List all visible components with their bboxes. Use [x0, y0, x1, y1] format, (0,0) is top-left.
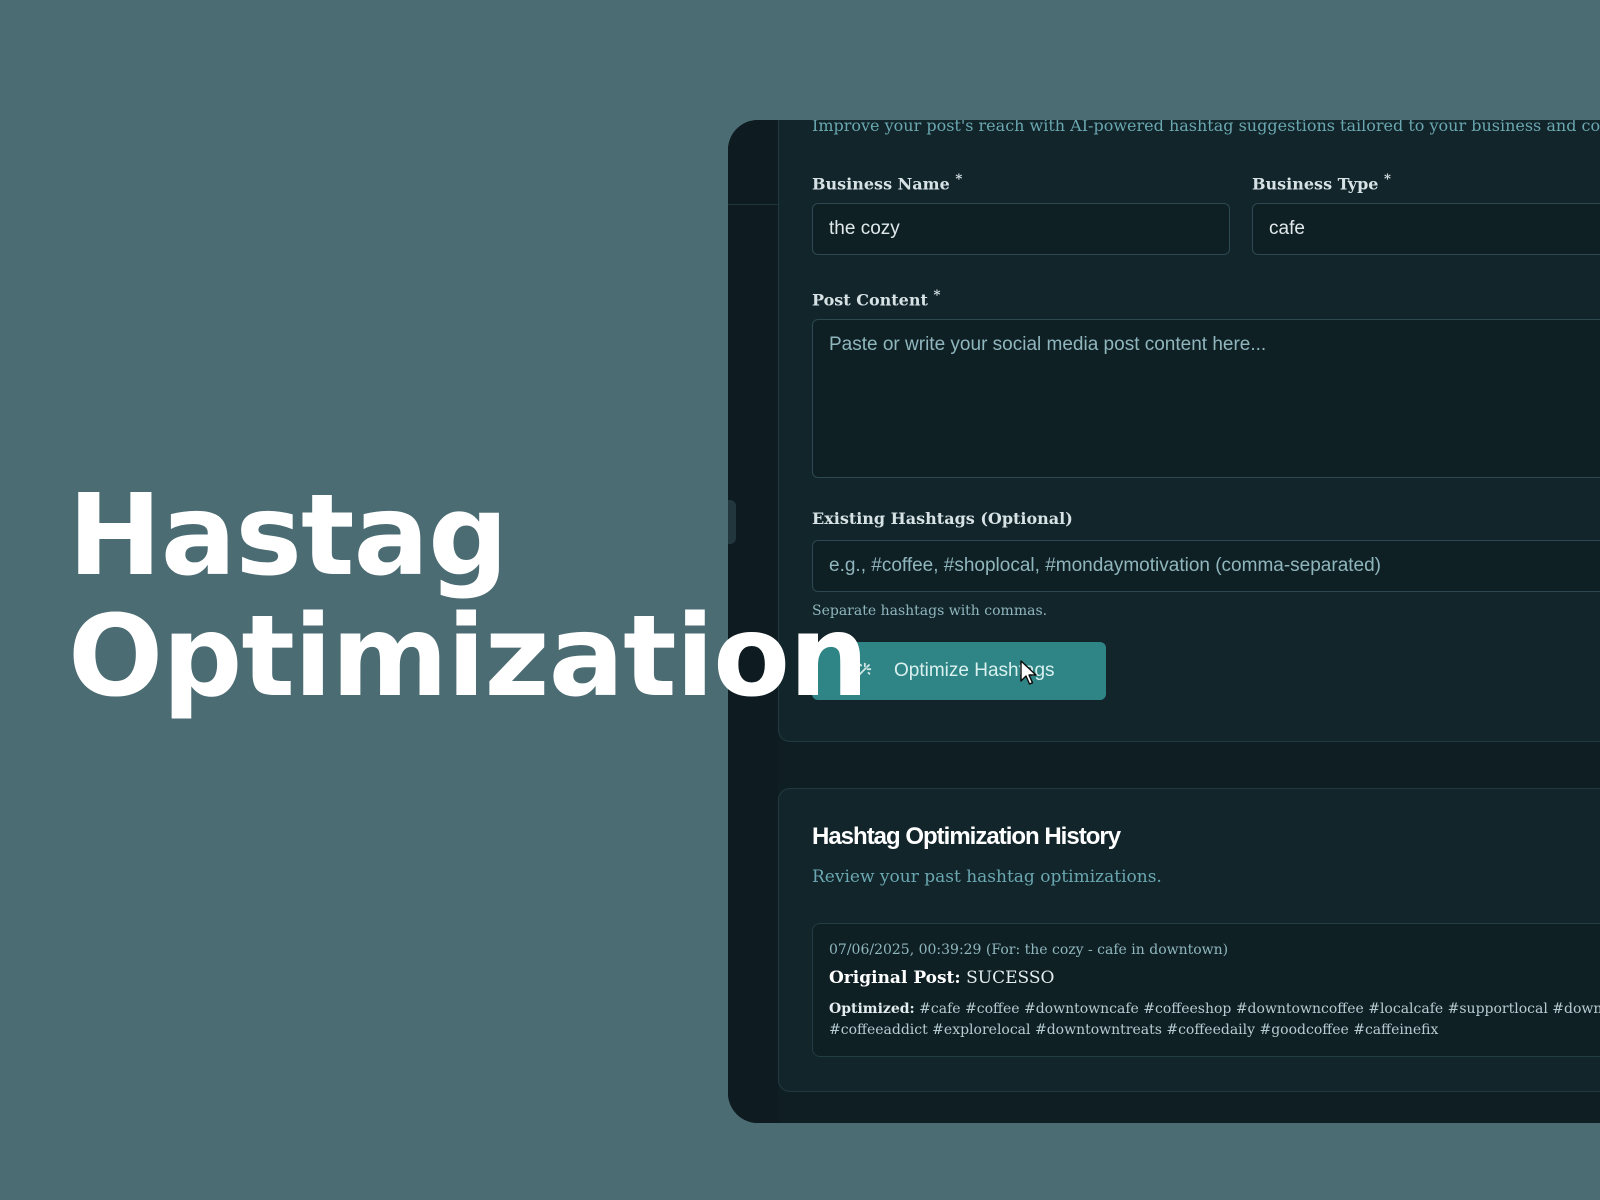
history-entry-optimized: Optimized: #cafe #coffee #downtowncafe #… — [829, 999, 1600, 1041]
required-marker: * — [955, 171, 963, 187]
business-type-value: cafe — [1269, 218, 1305, 239]
hero-title: Hastag Optimization — [68, 471, 869, 722]
optimized-label: Optimized: — [829, 1001, 915, 1017]
business-name-label: Business Name * — [812, 171, 962, 193]
sidebar-divider — [728, 204, 778, 205]
optimized-hashtags-2: #coffeeaddict #explorelocal #downtowntre… — [829, 1022, 1439, 1038]
existing-hashtags-placeholder: e.g., #coffee, #shoplocal, #mondaymotiva… — [829, 555, 1382, 576]
business-type-label-text: Business Type — [1252, 174, 1379, 194]
history-card: Hashtag Optimization History Review your… — [778, 788, 1600, 1092]
history-subtitle: Review your past hashtag optimizations. — [812, 867, 1162, 887]
original-post-value: SUCESSO — [966, 968, 1055, 988]
post-content-placeholder: Paste or write your social media post co… — [829, 334, 1267, 355]
history-entry-original: Original Post: SUCESSO — [829, 968, 1054, 988]
history-title: Hashtag Optimization History — [812, 823, 1121, 850]
business-name-label-text: Business Name — [812, 174, 950, 194]
form-intro-text: Improve your post's reach with AI-powere… — [812, 120, 1600, 135]
original-post-label: Original Post: — [829, 968, 961, 988]
optimized-line-1: Optimized: #cafe #coffee #downtowncafe #… — [829, 999, 1600, 1020]
history-entry[interactable]: 07/06/2025, 00:39:29 (For: the cozy - ca… — [812, 923, 1600, 1057]
optimized-hashtags-1: #cafe #coffee #downtowncafe #coffeeshop … — [919, 1001, 1600, 1017]
hero-title-line-2: Optimization — [68, 592, 869, 722]
existing-hashtags-input[interactable]: e.g., #coffee, #shoplocal, #mondaymotiva… — [812, 540, 1600, 592]
hashtag-form-card: Improve your post's reach with AI-powere… — [778, 120, 1600, 742]
business-type-label: Business Type * — [1252, 171, 1391, 193]
business-type-input[interactable]: cafe — [1252, 203, 1600, 255]
post-content-label: Post Content * — [812, 287, 940, 309]
hero-title-line-1: Hastag — [68, 471, 508, 601]
required-marker: * — [1384, 171, 1392, 187]
optimized-line-2: #coffeeaddict #explorelocal #downtowntre… — [829, 1020, 1600, 1041]
optimize-hashtags-label: Optimize Hashtags — [894, 660, 1055, 681]
post-content-textarea[interactable]: Paste or write your social media post co… — [812, 319, 1600, 478]
history-entry-meta: 07/06/2025, 00:39:29 (For: the cozy - ca… — [829, 942, 1229, 958]
post-content-label-text: Post Content — [812, 290, 928, 310]
required-marker: * — [933, 287, 941, 303]
business-name-value: the cozy — [829, 218, 900, 239]
business-name-input[interactable]: the cozy — [812, 203, 1230, 255]
